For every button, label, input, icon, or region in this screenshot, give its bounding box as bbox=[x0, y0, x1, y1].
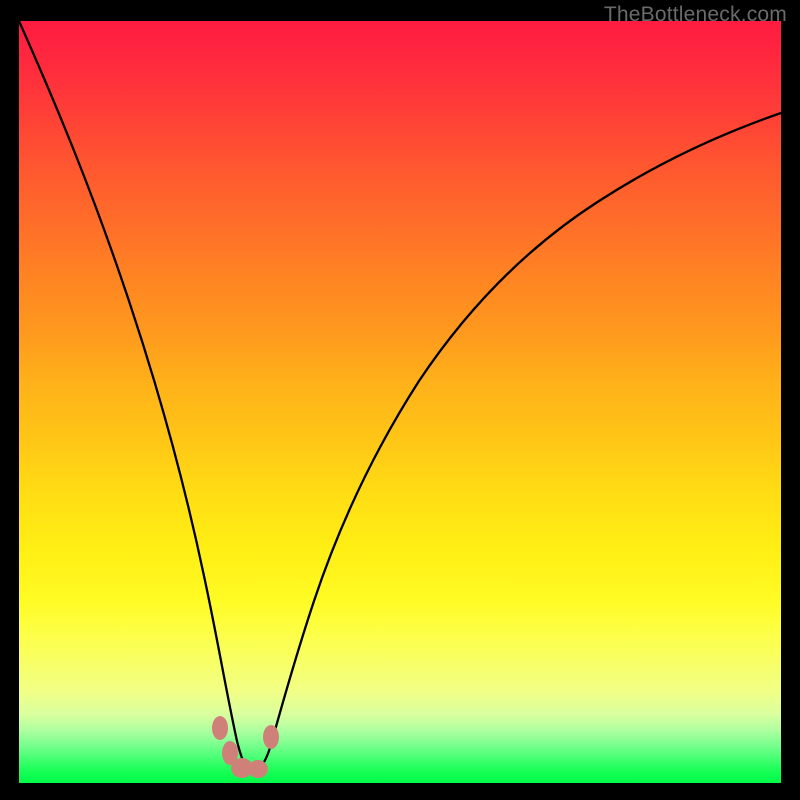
plot-area bbox=[19, 21, 781, 783]
marker-dot bbox=[248, 760, 268, 778]
bottleneck-chart bbox=[19, 21, 781, 783]
watermark-text: TheBottleneck.com bbox=[604, 3, 787, 27]
marker-dot bbox=[263, 725, 279, 749]
bottleneck-curve bbox=[19, 21, 781, 770]
marker-dot bbox=[212, 716, 228, 740]
marker-group bbox=[212, 716, 279, 778]
